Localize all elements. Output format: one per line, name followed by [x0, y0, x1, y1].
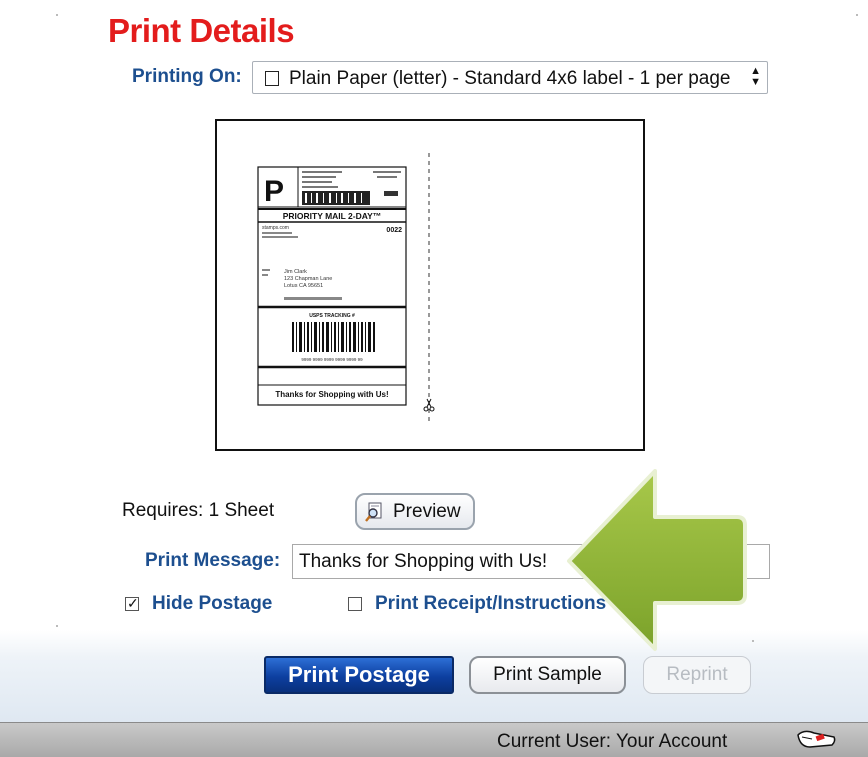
- from-line: stamps.com: [262, 225, 289, 231]
- recipient-line-1: Jim Clark: [284, 269, 307, 275]
- current-user-text: Current User: Your Account: [497, 731, 728, 752]
- user-status-icon[interactable]: [796, 727, 838, 749]
- service-letter: P: [264, 175, 284, 208]
- printing-on-label: Printing On:: [132, 66, 242, 87]
- recipient-line-2: 123 Chapman Lane: [284, 276, 332, 282]
- preview-button-label: Preview: [393, 501, 461, 522]
- decor-dot: [56, 14, 58, 16]
- print-sample-button[interactable]: Print Sample: [469, 656, 626, 694]
- hide-postage-label[interactable]: Hide Postage: [152, 593, 272, 615]
- print-receipt-checkbox[interactable]: [348, 597, 362, 611]
- decor-dot: [56, 625, 58, 627]
- magnifier-document-icon: [365, 502, 382, 522]
- tracking-number: 9999 9999 9999 9999 9999 99: [301, 357, 363, 362]
- label-type-icon: [265, 71, 279, 86]
- decor-dot: [856, 14, 858, 16]
- label-code: 0022: [386, 227, 402, 234]
- tracking-heading: USPS TRACKING #: [309, 313, 355, 319]
- label-message: Thanks for Shopping with Us!: [275, 390, 388, 399]
- label-preview: P PRIORITY MAIL 2-DAY™ stamps.com 0022 J…: [215, 119, 645, 451]
- printing-on-selected: Plain Paper (letter) - Standard 4x6 labe…: [289, 68, 731, 89]
- status-bar: [0, 722, 868, 757]
- select-arrows-icon: ▲ ▼: [750, 65, 761, 88]
- print-postage-button[interactable]: Print Postage: [264, 656, 454, 694]
- requires-sheets: Requires: 1 Sheet: [122, 500, 275, 521]
- page-title: Print Details: [108, 12, 295, 49]
- print-message-label: Print Message:: [145, 550, 281, 571]
- label-preview-graphic: P PRIORITY MAIL 2-DAY™ stamps.com 0022 J…: [257, 153, 435, 423]
- green-arrow-icon: [567, 469, 747, 651]
- printing-on-select[interactable]: Plain Paper (letter) - Standard 4x6 labe…: [252, 61, 768, 94]
- reprint-button[interactable]: Reprint: [643, 656, 751, 694]
- checkmark-icon: ✓: [127, 595, 139, 611]
- preview-button[interactable]: Preview: [355, 493, 475, 530]
- recipient-line-3: Lotus CA 95651: [284, 283, 323, 289]
- service-name: PRIORITY MAIL 2-DAY™: [283, 211, 382, 221]
- hide-postage-checkbox[interactable]: ✓: [125, 595, 139, 611]
